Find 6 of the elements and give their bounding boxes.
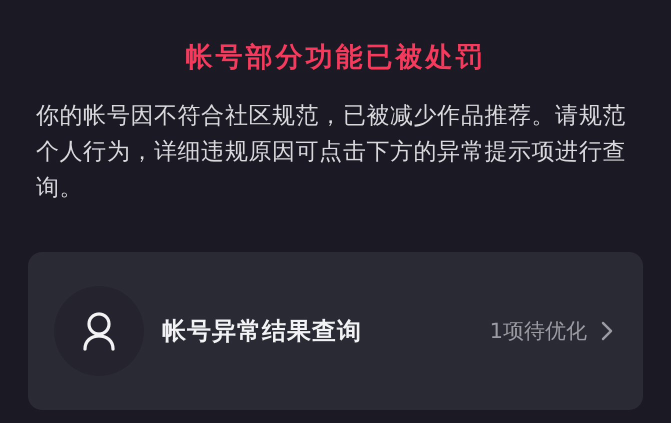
chevron-icon <box>601 321 613 341</box>
item-label: 帐号异常结果查询 <box>162 316 363 347</box>
result-query-item[interactable]: 帐号异常结果查询 1项待优化 <box>28 252 643 410</box>
page-title: 帐号部分功能已被处罚 <box>184 41 486 75</box>
item-status: 1项待优化 <box>490 318 587 345</box>
notice-message: 你的帐号因不符合社区规范，已被减少作品推荐。请规范个人行为，详细违规原因可点击下方的异常提示项进行查询。 <box>36 102 627 203</box>
